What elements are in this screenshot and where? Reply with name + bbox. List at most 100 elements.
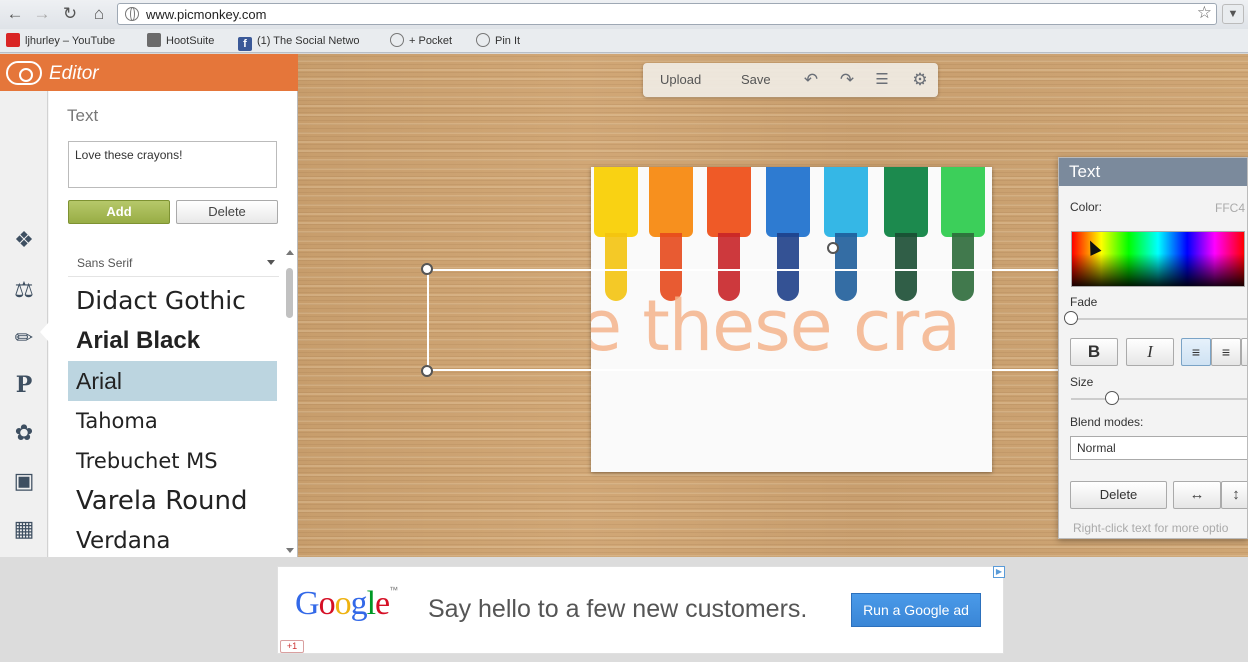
fade-label: Fade [1070,295,1098,309]
right-click-hint: Right-click text for more optio [1073,521,1229,535]
bookmark-label: + Pocket [409,35,453,47]
blend-modes-label: Blend modes: [1070,415,1144,429]
font-item-tahoma[interactable]: Tahoma [68,401,277,441]
bookmark-facebook[interactable]: f (1) The Social Netwo [238,33,360,51]
align-right-button[interactable] [1241,338,1247,366]
font-item-varela-round[interactable]: Varela Round [68,481,277,521]
globe-icon [390,33,404,47]
fade-slider[interactable] [1071,318,1247,320]
bold-button[interactable]: B [1070,338,1118,366]
run-google-ad-button[interactable]: Run a Google ad [851,593,981,627]
bookmark-youtube[interactable]: ljhurley – YouTube [6,33,115,49]
undo-icon[interactable]: ↶ [800,69,822,91]
properties-title: Text [1059,158,1247,186]
editor-panel: Editor ❖ ⚖ ✏ P ✿ ▣ ▦ Text Love these cra… [0,54,298,557]
layers-icon[interactable]: ☰ [871,69,893,91]
youtube-icon [6,33,20,47]
flip-horizontal-icon[interactable]: ↔ [1173,481,1221,509]
settings-gear-icon[interactable]: ⚙ [909,69,931,91]
scroll-up-icon[interactable] [286,250,294,255]
font-list: Didact Gothic Arial Black Arial Tahoma T… [68,281,277,553]
align-center-button[interactable]: ≡ [1211,338,1241,366]
address-bar[interactable]: www.picmonkey.com ☆ [117,3,1217,25]
ad-headline: Say hello to a few new customers. [428,595,808,623]
color-hex-value[interactable]: FFC4 [1215,201,1245,215]
font-category-value: Sans Serif [77,256,133,270]
font-item-didact-gothic[interactable]: Didact Gothic [68,281,277,321]
text-input[interactable]: Love these crayons! [68,141,277,188]
hootsuite-icon [147,33,161,47]
effects-icon[interactable]: ⚖ [10,276,38,304]
size-slider-knob[interactable] [1104,391,1119,405]
bookmark-pocket[interactable]: + Pocket [390,33,452,49]
size-slider[interactable] [1071,398,1247,400]
fade-slider-knob[interactable] [1064,311,1078,325]
bookmarks-bar: ljhurley – YouTube HootSuite f (1) The So… [0,29,1248,53]
touch-up-icon[interactable]: ✏ [10,324,38,352]
google-plus-one-button[interactable]: +1 [280,640,304,653]
italic-button[interactable]: I [1126,338,1174,366]
flip-vertical-icon[interactable]: ↕ [1221,481,1247,509]
adchoices-icon[interactable]: ▶ [993,566,1005,578]
delete-layer-button[interactable]: Delete [1070,481,1167,509]
google-ad[interactable]: Google™ Say hello to a few new customers… [277,566,1004,654]
ad-bar: Google™ Say hello to a few new customers… [0,557,1248,662]
back-arrow-icon[interactable]: ← [4,3,26,25]
save-button[interactable]: Save [741,72,771,87]
text-panel-title: Text [67,106,99,125]
google-logo-text: Google [295,585,390,622]
bookmark-star-icon[interactable]: ☆ [1197,3,1212,23]
bookmark-label: HootSuite [166,35,215,47]
picmonkey-page: Editor ❖ ⚖ ✏ P ✿ ▣ ▦ Text Love these cra… [0,54,1248,662]
url-text[interactable]: www.picmonkey.com [146,7,266,22]
color-spectrum-picker[interactable] [1071,231,1245,287]
text-properties-panel: Text Color: FFC4 Fade B I ≡ ≡ Size Blend… [1058,157,1248,539]
font-item-verdana[interactable]: Verdana [68,521,277,553]
font-item-trebuchet-ms[interactable]: Trebuchet MS [68,441,277,481]
size-label: Size [1070,375,1094,389]
scroll-down-icon[interactable] [286,548,294,553]
globe-icon [476,33,490,47]
bookmark-hootsuite[interactable]: HootSuite [147,33,214,49]
font-list-scrollbar[interactable] [285,250,295,556]
text-selection-box[interactable] [427,269,1097,371]
active-tool-indicator [40,322,49,342]
upload-button[interactable]: Upload [660,72,701,87]
monkey-logo-icon[interactable] [6,61,42,85]
color-label: Color: [1070,200,1103,214]
bookmark-pin-it[interactable]: Pin It [476,33,520,49]
editor-header: Editor [0,54,298,91]
delete-text-button[interactable]: Delete [176,200,278,224]
bookmark-label: ljhurley – YouTube [25,35,116,47]
add-text-button[interactable]: Add [68,200,170,224]
google-logo-tm: ™ [389,585,398,595]
browser-window: ← → ↻ ⌂ www.picmonkey.com ☆ ▼ ljhurley –… [0,0,1248,662]
frames-icon[interactable]: ▣ [10,467,38,495]
font-category-select[interactable]: Sans Serif [68,251,279,277]
rotate-handle[interactable] [827,242,839,254]
scroll-thumb[interactable] [286,268,293,318]
forward-arrow-icon[interactable]: → [31,3,53,25]
redo-icon[interactable]: ↷ [836,69,858,91]
globe-icon [125,7,139,21]
bookmark-label: Pin It [495,35,521,47]
overlays-icon[interactable]: ✿ [10,419,38,447]
resize-handle-bottom-left[interactable] [421,365,433,377]
reload-icon[interactable]: ↻ [59,3,81,25]
text-tool-panel: Text Love these crayons! Add Delete Sans… [49,91,297,557]
blend-mode-select[interactable]: Normal [1070,436,1247,460]
canvas-toolbar: Upload Save ↶ ↷ ☰ ⚙ [643,63,938,97]
font-item-arial[interactable]: Arial [68,361,277,401]
home-icon[interactable]: ⌂ [88,3,110,25]
facebook-icon: f [238,37,252,51]
bookmark-label: (1) The Social Netwo [257,35,360,47]
font-item-arial-black[interactable]: Arial Black [68,321,277,361]
google-logo: Google™ [295,585,398,623]
chevron-down-icon [267,260,275,265]
text-icon[interactable]: P [10,371,38,399]
textures-icon[interactable]: ▦ [10,515,38,543]
align-left-button[interactable]: ≡ [1181,338,1211,366]
browser-menu-button[interactable]: ▼ [1222,4,1244,24]
basic-edits-icon[interactable]: ❖ [10,226,38,254]
resize-handle-top-left[interactable] [421,263,433,275]
